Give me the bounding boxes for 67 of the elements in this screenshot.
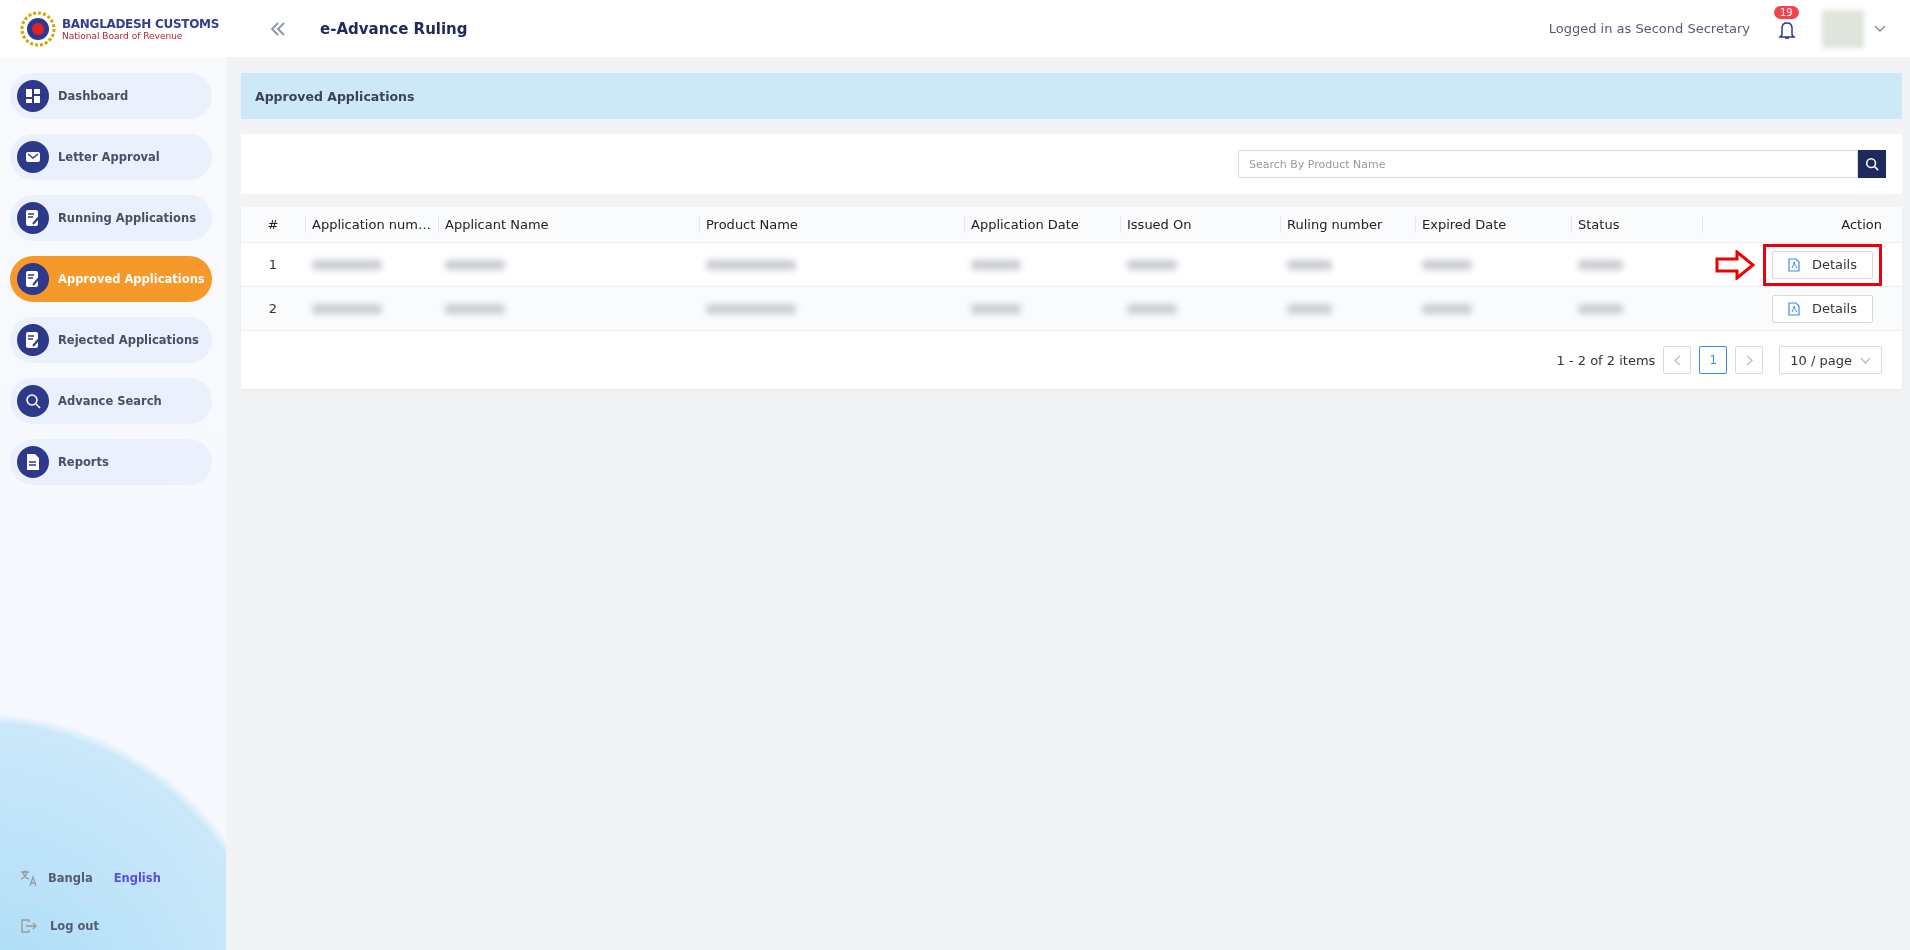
sidebar-item[interactable]: Rejected Applications <box>10 317 212 363</box>
details-button[interactable]: Details <box>1771 250 1873 279</box>
search-icon <box>1865 157 1879 171</box>
blurred-text <box>1578 303 1623 314</box>
translate-icon <box>20 869 38 887</box>
language-option[interactable]: Bangla <box>48 871 93 885</box>
column-header: Action <box>1841 217 1882 232</box>
logged-in-text: Logged in as Second Secretary <box>1548 21 1750 36</box>
document-edit-icon <box>25 270 41 288</box>
logo-title: BANGLADESH CUSTOMS <box>62 16 220 31</box>
column-header: # <box>267 217 279 232</box>
sidebar-item[interactable]: Letter Approval <box>10 134 212 180</box>
arrow-annotation-icon <box>1714 249 1755 280</box>
customs-logo-icon <box>20 10 56 47</box>
blurred-text <box>312 303 382 314</box>
chevron-left-icon <box>1673 354 1681 366</box>
blurred-text <box>971 259 1021 270</box>
chevron-down-icon <box>1860 356 1871 364</box>
bell-icon[interactable] <box>1778 19 1796 40</box>
chevron-down-icon[interactable] <box>1874 24 1886 33</box>
column-header: Ruling number <box>1287 217 1383 232</box>
collapse-icon[interactable] <box>270 21 286 36</box>
blurred-text <box>1422 303 1472 314</box>
sidebar-item[interactable]: Reports <box>10 439 212 485</box>
search-field[interactable]: Search By Product Name <box>1238 150 1858 178</box>
document-edit-icon <box>25 331 41 349</box>
logout-link[interactable]: Log out <box>50 919 100 933</box>
column-header: Issued On <box>1127 217 1192 232</box>
search-button[interactable] <box>1858 150 1886 178</box>
sidebar-item[interactable]: Dashboard <box>10 73 212 119</box>
column-header: Status <box>1578 217 1620 232</box>
blurred-text <box>445 259 505 270</box>
envelope-icon <box>25 151 41 163</box>
document-edit-icon <box>25 209 41 227</box>
notification-badge: 19 <box>1774 5 1799 19</box>
sidebar-item[interactable]: Running Applications <box>10 195 212 241</box>
pdf-file-icon <box>1787 301 1800 316</box>
logout-icon[interactable] <box>20 918 38 934</box>
column-header: Applicant Name <box>445 217 549 232</box>
pagination-summary: 1 - 2 of 2 items <box>1556 352 1656 368</box>
logo-subtitle: National Board of Revenue <box>62 30 184 41</box>
details-button[interactable]: Details <box>1771 294 1873 323</box>
blurred-text <box>1287 259 1332 270</box>
blurred-text <box>1127 259 1177 270</box>
sidebar-item[interactable]: Advance Search <box>10 378 212 424</box>
search-icon <box>25 393 41 409</box>
column-header: Expired Date <box>1422 217 1507 232</box>
column-header: Application Date <box>971 217 1079 232</box>
grid-icon <box>25 88 41 104</box>
blurred-text <box>1422 259 1472 270</box>
document-icon <box>26 453 40 471</box>
blurred-text <box>445 303 505 314</box>
page-title: Approved Applications <box>255 88 415 104</box>
column-header: Application num… <box>312 217 431 232</box>
chevron-right-icon <box>1745 354 1753 366</box>
blurred-text <box>312 259 382 270</box>
blurred-text <box>1287 303 1332 314</box>
row-number: 2 <box>268 301 278 316</box>
blurred-text <box>1578 259 1623 270</box>
page-size-select[interactable]: 10 / page <box>1779 346 1882 374</box>
language-option[interactable]: English <box>113 871 161 885</box>
pdf-file-icon <box>1787 257 1800 272</box>
row-number: 1 <box>268 257 278 272</box>
app-title: e-Advance Ruling <box>320 19 468 38</box>
blurred-text <box>1127 303 1177 314</box>
blurred-text <box>971 303 1021 314</box>
column-header: Product Name <box>706 217 798 232</box>
